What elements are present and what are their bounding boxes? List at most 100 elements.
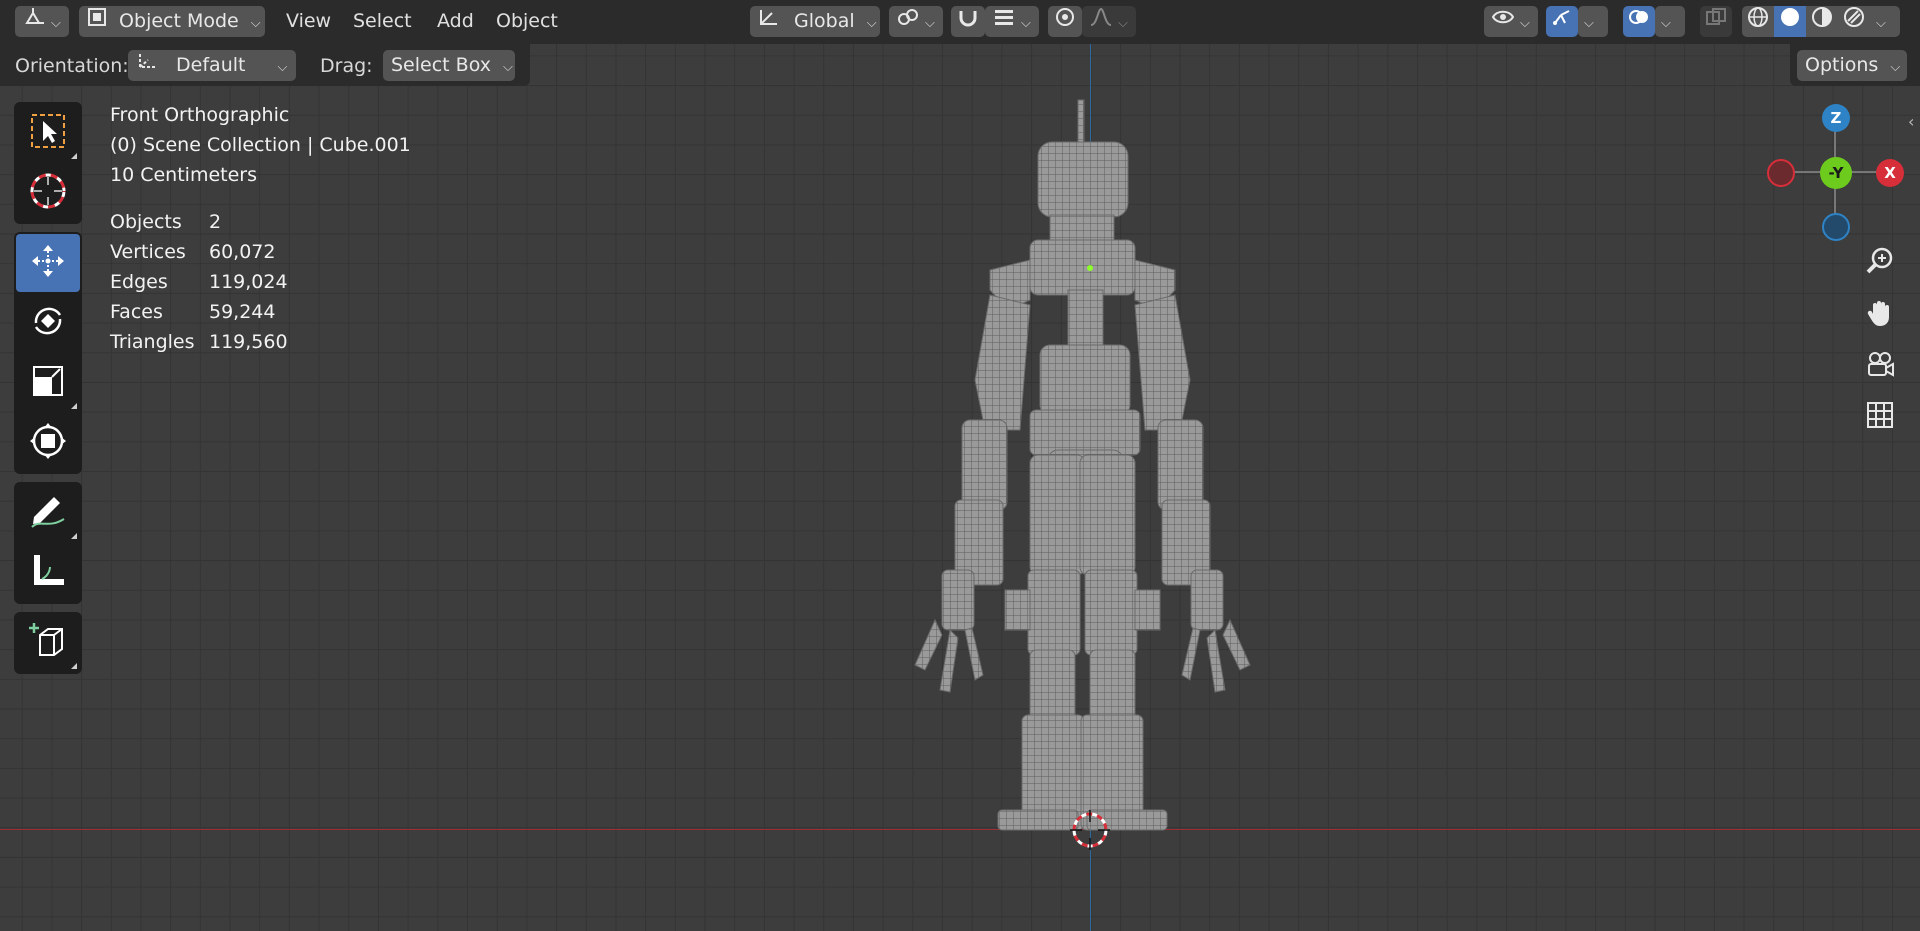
gizmo-axis-neg-x[interactable] bbox=[1767, 159, 1795, 187]
drag-value: Select Box bbox=[391, 54, 491, 76]
shading-rendered-button[interactable] bbox=[1838, 6, 1870, 37]
grid-icon bbox=[1865, 400, 1895, 434]
gizmo-dropdown[interactable]: ⌵ bbox=[1578, 6, 1608, 37]
tool-transform[interactable] bbox=[16, 414, 80, 472]
tool-measure[interactable] bbox=[16, 544, 80, 602]
stat-label: Triangles bbox=[110, 331, 195, 353]
move-icon bbox=[28, 241, 68, 285]
transform-orientation-dropdown[interactable]: Global ⌵ bbox=[750, 6, 880, 37]
snap-increment-icon bbox=[993, 6, 1015, 37]
menu-select[interactable]: Select bbox=[347, 6, 418, 37]
overlays-icon bbox=[1628, 6, 1650, 37]
stat-value: 59,244 bbox=[209, 301, 276, 323]
chevron-down-icon: ⌵ bbox=[1584, 16, 1594, 31]
stat-label: Objects bbox=[110, 211, 182, 233]
select-box-icon bbox=[29, 112, 67, 154]
options-label: Options bbox=[1805, 54, 1879, 76]
chevron-down-icon: ⌵ bbox=[1661, 16, 1671, 31]
robot-mesh[interactable] bbox=[880, 90, 1280, 840]
tool-add-cube[interactable] bbox=[16, 614, 80, 672]
shading-solid-button[interactable] bbox=[1774, 6, 1806, 37]
stat-value: 2 bbox=[209, 211, 222, 233]
axis-editor-icon bbox=[23, 6, 45, 37]
zoom-button[interactable] bbox=[1857, 240, 1903, 286]
shading-material-button[interactable] bbox=[1806, 6, 1838, 37]
orientation-label: Global bbox=[794, 10, 855, 32]
transform-icon bbox=[28, 421, 68, 465]
stat-value: 119,024 bbox=[209, 271, 288, 293]
snap-toggle[interactable] bbox=[951, 6, 985, 37]
solid-sphere-icon bbox=[1779, 6, 1801, 38]
gizmo-icon bbox=[1551, 6, 1573, 37]
shading-wireframe-button[interactable] bbox=[1742, 6, 1774, 37]
proportional-icon bbox=[1054, 6, 1076, 37]
xray-icon bbox=[1705, 6, 1727, 37]
chevron-down-icon: ⌵ bbox=[866, 16, 877, 31]
zoom-icon bbox=[1865, 246, 1895, 280]
falloff-dropdown[interactable]: ⌵ bbox=[1082, 6, 1136, 37]
visibility-dropdown[interactable]: ⌵ bbox=[1484, 6, 1538, 37]
menu-object[interactable]: Object bbox=[490, 6, 564, 37]
rendered-sphere-icon bbox=[1843, 6, 1865, 38]
gizmo-axis-y[interactable]: -Y bbox=[1820, 157, 1852, 189]
menu-add[interactable]: Add bbox=[431, 6, 480, 37]
perspective-toggle-button[interactable] bbox=[1857, 394, 1903, 440]
gizmo-axis-neg-z[interactable] bbox=[1822, 213, 1850, 241]
chevron-down-icon: ⌵ bbox=[277, 60, 288, 75]
pan-button[interactable] bbox=[1857, 292, 1903, 338]
proportional-edit-toggle[interactable] bbox=[1048, 6, 1082, 37]
tool-select-box[interactable] bbox=[16, 104, 80, 162]
scene-statistics: Objects 2 Vertices 60,072 Edges 119,024 Fac… bbox=[110, 207, 288, 357]
orientation-icon bbox=[758, 6, 780, 37]
object-mode-icon bbox=[87, 6, 107, 37]
3d-cursor-icon[interactable] bbox=[1070, 810, 1110, 850]
scale-line: 10 Centimeters bbox=[110, 164, 257, 186]
orientation-axes-icon bbox=[136, 50, 158, 81]
tool-scale[interactable] bbox=[16, 354, 80, 412]
editor-type-button[interactable]: ⌵ bbox=[15, 6, 69, 37]
stat-row: Faces 59,244 bbox=[110, 297, 288, 327]
stat-row: Edges 119,024 bbox=[110, 267, 288, 297]
add-cube-icon bbox=[28, 621, 68, 665]
stat-label: Faces bbox=[110, 301, 163, 323]
measure-icon bbox=[28, 551, 68, 595]
pivot-icon bbox=[897, 6, 919, 37]
gizmo-x-label: X bbox=[1884, 164, 1896, 182]
mode-dropdown[interactable]: Object Mode ⌵ bbox=[79, 6, 265, 37]
chevron-down-icon: ⌵ bbox=[250, 16, 261, 31]
gizmo-axis-z[interactable]: Z bbox=[1822, 104, 1850, 132]
camera-icon bbox=[1865, 350, 1895, 384]
snap-target-dropdown[interactable]: ⌵ bbox=[985, 6, 1039, 37]
options-dropdown[interactable]: Options ⌵ bbox=[1797, 50, 1907, 81]
tool-rotate[interactable] bbox=[16, 294, 80, 352]
collection-line: (0) Scene Collection | Cube.001 bbox=[110, 134, 411, 156]
drag-dropdown[interactable]: Select Box ⌵ bbox=[383, 50, 515, 81]
orientation-dropdown[interactable]: Default ⌵ bbox=[128, 50, 296, 81]
overlays-dropdown[interactable]: ⌵ bbox=[1655, 6, 1685, 37]
viewport-info: Front Orthographic (0) Scene Collection … bbox=[110, 100, 411, 190]
mode-label: Object Mode bbox=[119, 10, 239, 32]
xray-toggle[interactable] bbox=[1700, 6, 1732, 37]
tool-annotate[interactable] bbox=[16, 484, 80, 542]
rotate-icon bbox=[28, 301, 68, 345]
stat-value: 60,072 bbox=[209, 241, 276, 263]
gizmo-toggle[interactable] bbox=[1546, 6, 1578, 37]
magnet-icon bbox=[957, 6, 979, 37]
annotate-icon bbox=[28, 491, 68, 535]
gizmo-y-label: -Y bbox=[1828, 164, 1844, 182]
tool-shelf bbox=[14, 102, 82, 682]
camera-view-button[interactable] bbox=[1857, 344, 1903, 390]
scale-icon bbox=[28, 361, 68, 405]
sidebar-toggle-icon[interactable]: ‹ bbox=[1908, 112, 1914, 131]
gizmo-axis-x[interactable]: X bbox=[1876, 159, 1904, 187]
menu-view[interactable]: View bbox=[280, 6, 337, 37]
shading-dropdown[interactable]: ⌵ bbox=[1870, 6, 1900, 37]
pivot-point-dropdown[interactable]: ⌵ bbox=[889, 6, 943, 37]
stat-label: Vertices bbox=[110, 241, 186, 263]
tool-move[interactable] bbox=[16, 234, 80, 292]
tool-cursor[interactable] bbox=[16, 164, 80, 222]
chevron-down-icon: ⌵ bbox=[1890, 60, 1901, 75]
material-sphere-icon bbox=[1811, 6, 1833, 38]
orientation-field-label: Orientation: bbox=[15, 55, 129, 77]
overlays-toggle[interactable] bbox=[1623, 6, 1655, 37]
